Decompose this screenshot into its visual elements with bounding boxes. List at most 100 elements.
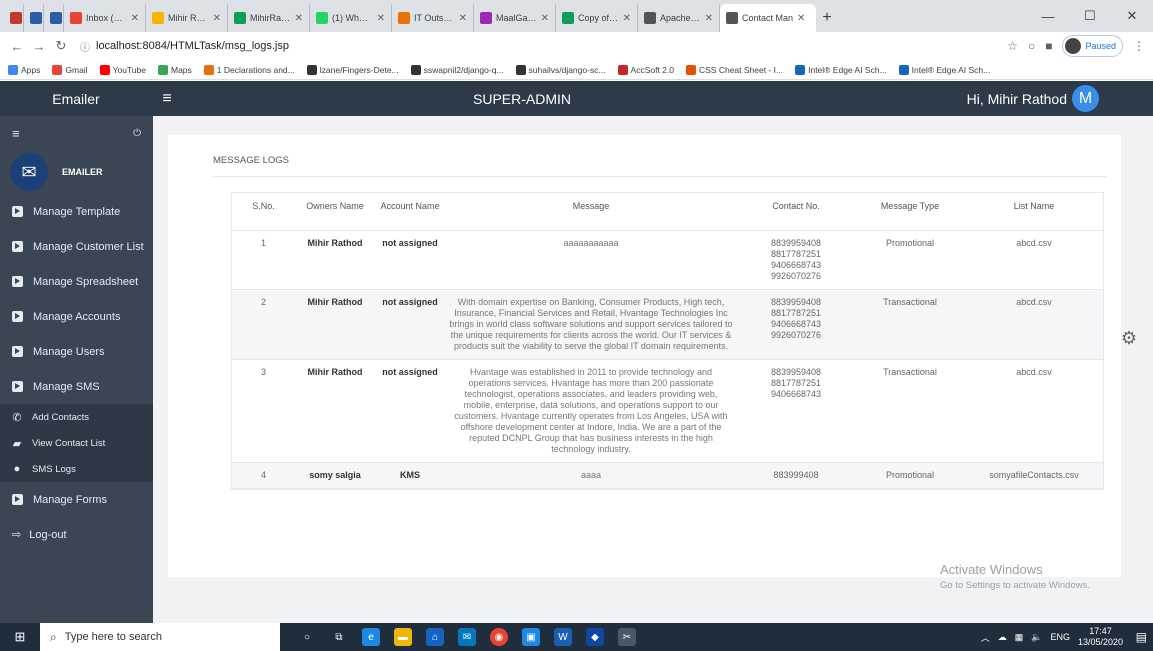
tab-close-icon[interactable]: ✕ (377, 13, 385, 24)
browser-tab[interactable]: Contact Man ✕ (720, 4, 816, 32)
extension-icon[interactable]: ○ (1028, 39, 1035, 53)
bookmark-item[interactable]: Gmail (52, 64, 88, 75)
bookmark-item[interactable]: sswapnil2/django-q... (410, 64, 504, 75)
browser-tab[interactable]: MaalGaadi ✕ (474, 4, 556, 32)
power-icon[interactable]: ⏻ (133, 128, 141, 139)
cell-type: Promotional (855, 230, 965, 290)
browser-tab[interactable]: (1) WhatsApp ✕ (310, 4, 392, 32)
store-icon[interactable]: ⌂ (426, 628, 444, 646)
browser-tab[interactable]: Inbox (451) ✕ (64, 4, 146, 32)
tab-label: (1) WhatsApp (332, 13, 373, 23)
browser-tab[interactable]: IT Outsourcin ✕ (392, 4, 474, 32)
tab-close-icon[interactable]: ✕ (623, 13, 631, 24)
clock[interactable]: 17:47 13/05/2020 (1078, 626, 1123, 648)
bookmark-item[interactable]: AccSoft 2.0 (617, 64, 674, 75)
column-header: Account Name (375, 193, 445, 231)
new-tab-icon[interactable]: + (816, 4, 838, 32)
bookmark-item[interactable]: Intel® Edge AI Sch... (795, 64, 887, 75)
maximize-icon[interactable]: ☐ (1069, 0, 1111, 32)
mail-icon[interactable]: ✉ (458, 628, 476, 646)
bookmark-item[interactable]: YouTube (99, 64, 146, 75)
sidebar-item-manage-accounts[interactable]: Manage Accounts (0, 299, 153, 334)
tab-close-icon[interactable]: ✕ (213, 13, 221, 24)
sidebar-item-manage-users[interactable]: Manage Users (0, 334, 153, 369)
sidebar-item-manage-sms[interactable]: Manage SMS (0, 369, 153, 404)
bookmark-star-icon[interactable]: ☆ (1007, 39, 1018, 53)
cloud-icon[interactable]: ☁ (998, 632, 1007, 643)
bookmark-item[interactable]: Intel® Edge AI Sch... (898, 64, 990, 75)
notification-icon[interactable]: ▤ (1136, 630, 1147, 644)
table-row: 4 somy salgia KMS aaaa 883999408 Promotional s… (232, 462, 1103, 489)
snipping-tool-icon[interactable]: ✂ (618, 628, 636, 646)
tab-close-icon[interactable]: ✕ (459, 13, 467, 24)
tab-close-icon[interactable]: ✕ (705, 13, 713, 24)
chrome-icon[interactable]: ◉ (490, 628, 508, 646)
gear-icon[interactable]: ⚙ (1121, 328, 1137, 349)
extension-icon-2[interactable]: ■ (1045, 39, 1052, 53)
bookmark-item[interactable]: 1 Declarations and... (203, 64, 295, 75)
tab-close-icon[interactable]: ✕ (295, 13, 303, 24)
forward-icon[interactable]: → (30, 39, 48, 54)
sidebar-item-manage-spreadsheet[interactable]: Manage Spreadsheet (0, 264, 153, 299)
virtualbox-icon[interactable]: ◆ (586, 628, 604, 646)
tab-close-icon[interactable]: ✕ (541, 13, 549, 24)
sidebar-subitem-view-contact-list[interactable]: ▰ View Contact List (0, 430, 153, 456)
file-explorer-icon[interactable]: ▬ (394, 628, 412, 646)
sidebar-menu-icon[interactable]: ≡ (12, 126, 20, 141)
browser-tab[interactable]: MihirRathod ✕ (228, 4, 310, 32)
avatar[interactable]: M (1072, 85, 1099, 112)
windows-start-icon[interactable]: ⊞ (0, 629, 40, 645)
sidebar-subitem-sms-logs[interactable]: ● SMS Logs (0, 456, 153, 482)
camera-icon[interactable]: ▣ (522, 628, 540, 646)
minimize-icon[interactable]: — (1027, 0, 1069, 32)
profile-paused-button[interactable]: Paused (1062, 35, 1123, 57)
browser-tab[interactable]: Copy of Real ✕ (556, 4, 638, 32)
sidebar-item-manage-template[interactable]: Manage Template (0, 194, 153, 229)
network-icon[interactable]: ▦ (1015, 632, 1024, 643)
word-icon[interactable]: W (554, 628, 572, 646)
brand-name[interactable]: Emailer (0, 91, 152, 107)
tab-favicon-icon (644, 12, 656, 24)
info-icon[interactable]: ⓘ (80, 39, 90, 54)
browser-tab[interactable] (44, 4, 64, 32)
sidebar-item-logout[interactable]: ⇨ Log-out (0, 517, 153, 552)
browser-tab[interactable] (24, 4, 44, 32)
menu-dots-icon[interactable]: ⋮ (1133, 39, 1145, 53)
sidebar-item-manage-forms[interactable]: Manage Forms (0, 482, 153, 517)
bookmark-item[interactable]: Maps (157, 64, 192, 75)
cell-contacts: 8839959408 8817787251 9406668743 (737, 359, 855, 463)
clock-date: 13/05/2020 (1077, 637, 1123, 647)
sidebar-item-label: Manage Template (33, 205, 121, 218)
close-icon[interactable]: ✕ (1111, 0, 1153, 32)
table-row: 2 Mihir Rathod not assigned With domain exp… (232, 289, 1103, 360)
mail-logo-icon: ✉ (10, 153, 48, 191)
sidebar-subitem-label: View Contact List (32, 437, 106, 449)
edge-icon[interactable]: e (362, 628, 380, 646)
bookmark-item[interactable]: suhailvs/django-sc... (515, 64, 606, 75)
chevron-up-icon[interactable]: ︿ (981, 631, 990, 644)
cell-account: not assigned (375, 289, 445, 360)
caret-right-icon (12, 494, 23, 505)
windows-taskbar: ⊞ ⌕ Type here to search ○ ⧉ e ▬ ⌂ ✉ ◉ ▣ … (0, 623, 1153, 651)
tab-close-icon[interactable]: ✕ (131, 13, 139, 24)
back-icon[interactable]: ← (8, 39, 26, 54)
bookmark-item[interactable]: lzane/Fingers-Dete... (306, 64, 399, 75)
task-view-icon[interactable]: ⧉ (330, 628, 348, 646)
url-field[interactable]: ⓘ localhost:8084/HTMLTask/msg_logs.jsp (74, 35, 1007, 57)
hamburger-menu-icon[interactable]: ≡ (152, 90, 182, 108)
caret-right-icon (12, 241, 23, 252)
sidebar-subitem-add-contacts[interactable]: ✆ Add Contacts (0, 404, 153, 430)
sidebar: ≡ ⏻ ✉ EMAILER Manage Template Manage Cust… (0, 116, 153, 623)
bookmark-item[interactable]: Apps (8, 64, 40, 75)
sidebar-item-manage-customer-list[interactable]: Manage Customer List (0, 229, 153, 264)
language-indicator[interactable]: ENG (1050, 632, 1070, 642)
browser-tab[interactable]: Mihir Rathod ✕ (146, 4, 228, 32)
taskbar-search-input[interactable]: ⌕ Type here to search (40, 623, 280, 651)
tab-close-icon[interactable]: ✕ (797, 13, 805, 24)
browser-tab[interactable] (4, 4, 24, 32)
cortana-icon[interactable]: ○ (298, 628, 316, 646)
browser-tab[interactable]: Apache Mav ✕ (638, 4, 720, 32)
volume-icon[interactable]: 🔈 (1031, 632, 1042, 643)
bookmark-item[interactable]: CSS Cheat Sheet - I... (686, 64, 783, 75)
reload-icon[interactable]: ↻ (52, 38, 70, 54)
